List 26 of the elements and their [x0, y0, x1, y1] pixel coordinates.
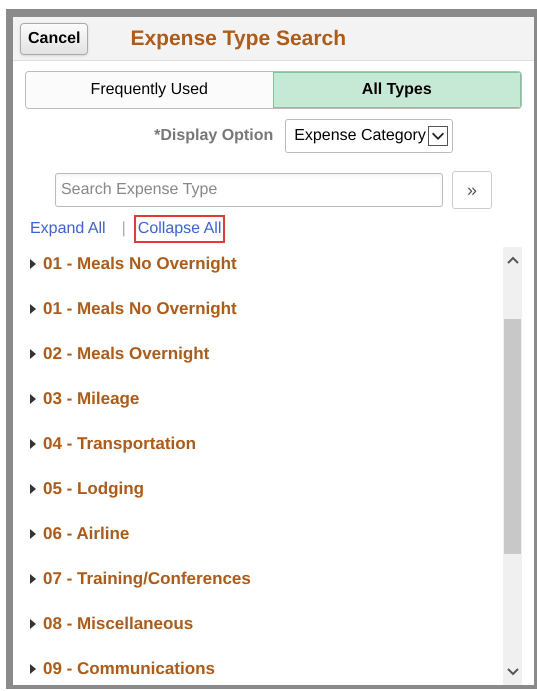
search-go-button[interactable]: » [452, 171, 492, 209]
display-option-select[interactable]: Expense Category [285, 119, 453, 153]
category-item[interactable]: 05 - Lodging [30, 476, 503, 501]
search-field[interactable]: Search Expense Type [55, 173, 443, 207]
category-item[interactable]: 06 - Airline [30, 521, 503, 546]
display-option-label: *Display Option [154, 126, 274, 146]
category-item[interactable]: 04 - Transportation [30, 431, 503, 456]
category-item[interactable]: 09 - Communications [30, 656, 503, 681]
scrollbar-thumb[interactable] [504, 318, 521, 554]
category-item[interactable]: 08 - Miscellaneous [30, 611, 503, 636]
category-item[interactable]: 01 - Meals No Overnight [30, 251, 503, 276]
link-separator: | [122, 219, 126, 239]
scrollbar[interactable] [503, 247, 522, 685]
chevron-up-icon[interactable] [506, 255, 520, 265]
dialog-title: Expense Type Search [130, 26, 346, 52]
chevron-down-icon [428, 126, 448, 146]
cancel-button[interactable]: Cancel [20, 22, 88, 54]
category-item[interactable]: 07 - Training/Conferences [30, 566, 503, 591]
chevron-down-icon[interactable] [506, 667, 520, 677]
tab[interactable]: All Types [272, 72, 521, 108]
link[interactable]: Expand All [30, 217, 106, 241]
link[interactable]: Collapse All [134, 215, 226, 243]
category-item[interactable]: 03 - Mileage [30, 386, 503, 411]
category-item[interactable]: 01 - Meals No Overnight [30, 296, 503, 321]
category-item[interactable]: 02 - Meals Overnight [30, 341, 503, 366]
tab[interactable]: Frequently Used [26, 72, 272, 108]
